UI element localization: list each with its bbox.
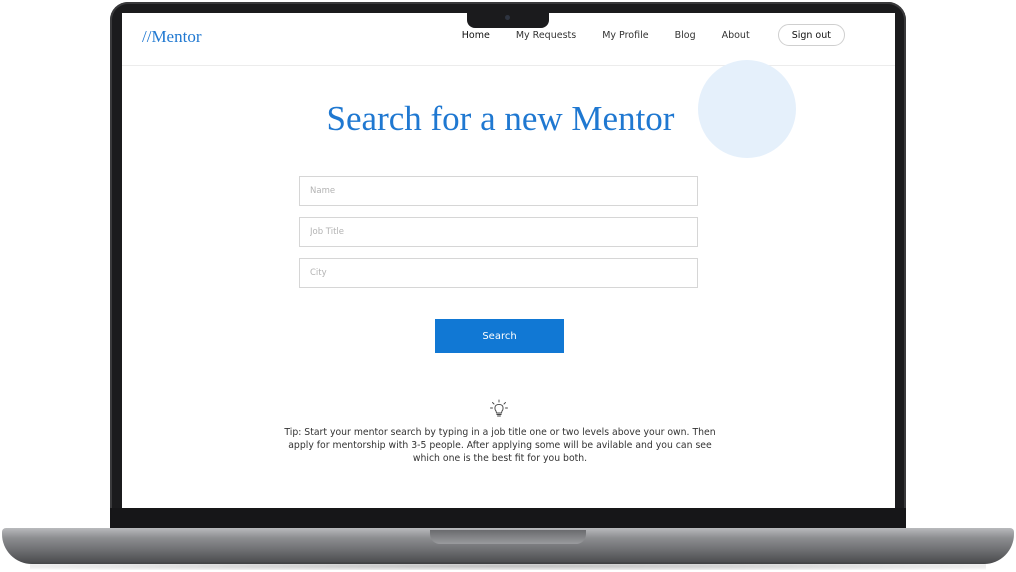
laptop-shadow <box>30 562 986 570</box>
job-title-input[interactable] <box>299 217 698 247</box>
page-title: Search for a new Mentor <box>326 99 675 138</box>
laptop-bottom-bezel <box>110 508 906 530</box>
search-button[interactable]: Search <box>435 319 564 353</box>
logo[interactable]: //Mentor <box>142 27 202 47</box>
camera-notch <box>467 12 549 28</box>
nav-about[interactable]: About <box>722 30 750 41</box>
nav-my-requests[interactable]: My Requests <box>516 30 576 41</box>
camera-icon <box>505 15 510 20</box>
nav-my-profile[interactable]: My Profile <box>602 30 648 41</box>
lightbulb-icon <box>488 398 510 420</box>
screen: //Mentor Home My Requests My Profile Blo… <box>122 13 895 508</box>
sign-out-button[interactable]: Sign out <box>777 24 845 46</box>
laptop-opening-lip <box>430 530 586 544</box>
nav-blog[interactable]: Blog <box>675 30 696 41</box>
name-input[interactable] <box>299 176 698 206</box>
nav-home[interactable]: Home <box>462 30 490 41</box>
tip-text: Tip: Start your mentor search by typing … <box>284 427 716 464</box>
city-input[interactable] <box>299 258 698 288</box>
